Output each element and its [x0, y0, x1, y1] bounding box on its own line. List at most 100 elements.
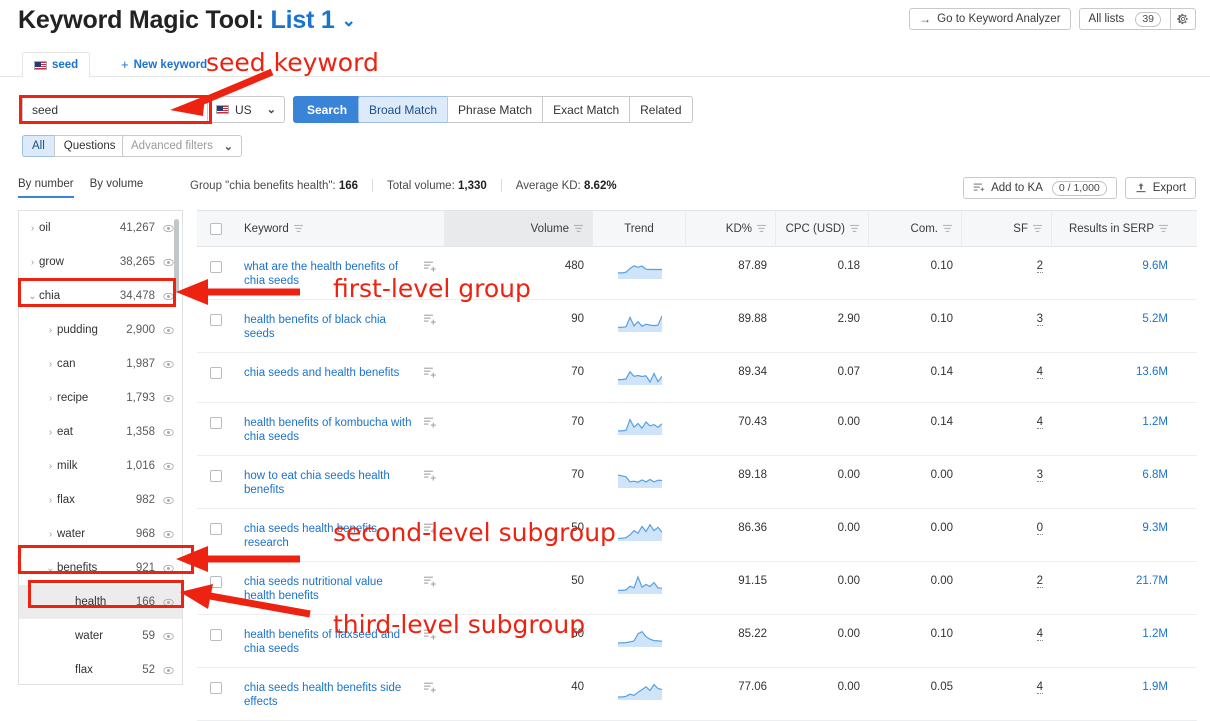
tab-seed[interactable]: seed — [22, 52, 90, 78]
column-header-cpc[interactable]: CPC (USD) — [776, 211, 869, 246]
chevron-right-icon[interactable]: › — [44, 427, 57, 438]
visibility-eye-icon[interactable] — [163, 597, 174, 608]
column-header-kd[interactable]: KD% — [686, 211, 776, 246]
add-keyword-to-list-icon[interactable] — [424, 628, 437, 641]
chevron-right-icon[interactable]: › — [44, 359, 57, 370]
filter-questions[interactable]: Questions — [54, 135, 126, 157]
sidebar-group-milk[interactable]: ›milk1,016 — [19, 449, 182, 483]
sf-value[interactable]: 0 — [1037, 522, 1043, 535]
row-checkbox[interactable] — [210, 682, 222, 694]
row-checkbox[interactable] — [210, 261, 222, 273]
keyword-link[interactable]: chia seeds nutritional value health bene… — [244, 575, 415, 603]
add-keyword-to-list-icon[interactable] — [424, 575, 437, 588]
visibility-eye-icon[interactable] — [163, 393, 174, 404]
row-checkbox[interactable] — [210, 314, 222, 326]
sidebar-group-chia[interactable]: ⌄chia34,478 — [19, 279, 182, 313]
go-to-keyword-analyzer-button[interactable]: → Go to Keyword Analyzer — [909, 8, 1070, 30]
chevron-right-icon[interactable]: › — [44, 495, 57, 506]
column-header-serp[interactable]: Results in SERP — [1052, 211, 1177, 246]
select-all-checkbox[interactable] — [210, 223, 222, 235]
sidebar-group-oil[interactable]: ›oil41,267 — [19, 211, 182, 245]
column-header-sf[interactable]: SF — [962, 211, 1052, 246]
sf-value[interactable]: 3 — [1037, 313, 1043, 326]
table-row[interactable]: chia seeds nutritional value health bene… — [197, 562, 1197, 615]
sidebar-group-recipe[interactable]: ›recipe1,793 — [19, 381, 182, 415]
add-keyword-to-list-icon[interactable] — [424, 522, 437, 535]
table-row[interactable]: how to eat chia seeds health benefits708… — [197, 456, 1197, 509]
sidebar-group-flax[interactable]: ›flax982 — [19, 483, 182, 517]
visibility-eye-icon[interactable] — [163, 325, 174, 336]
sidebar-group-eat[interactable]: ›eat1,358 — [19, 415, 182, 449]
settings-button[interactable] — [1170, 8, 1196, 30]
keyword-link[interactable]: chia seeds and health benefits — [244, 366, 399, 380]
match-type-phrase[interactable]: Phrase Match — [447, 96, 542, 123]
chevron-right-icon[interactable]: › — [44, 529, 57, 540]
visibility-eye-icon[interactable] — [163, 495, 174, 506]
chevron-down-icon[interactable]: ⌄ — [342, 11, 356, 31]
keyword-link[interactable]: health benefits of flaxseed and chia see… — [244, 628, 415, 656]
all-lists-button[interactable]: All lists 39 — [1079, 8, 1170, 30]
match-type-broad[interactable]: Broad Match — [358, 96, 447, 123]
visibility-eye-icon[interactable] — [163, 665, 174, 676]
visibility-eye-icon[interactable] — [163, 359, 174, 370]
chevron-down-icon[interactable]: ⌄ — [44, 563, 57, 574]
add-keyword-to-list-icon[interactable] — [424, 416, 437, 429]
row-checkbox[interactable] — [210, 576, 222, 588]
sf-value[interactable]: 3 — [1037, 469, 1043, 482]
sidebar-group-grow[interactable]: ›grow38,265 — [19, 245, 182, 279]
search-button[interactable]: Search — [293, 96, 361, 123]
visibility-eye-icon[interactable] — [163, 291, 174, 302]
add-keyword-to-list-icon[interactable] — [424, 681, 437, 694]
sidebar-group-benefits[interactable]: ⌄benefits921 — [19, 551, 182, 585]
sf-value[interactable]: 4 — [1037, 681, 1043, 694]
sort-tab-by-number[interactable]: By number — [18, 178, 74, 198]
search-input[interactable] — [22, 96, 207, 123]
row-checkbox[interactable] — [210, 629, 222, 641]
table-row[interactable]: health benefits of flaxseed and chia see… — [197, 615, 1197, 668]
keyword-link[interactable]: how to eat chia seeds health benefits — [244, 469, 415, 497]
cell-serp[interactable]: 1.2M — [1052, 416, 1177, 428]
visibility-eye-icon[interactable] — [163, 563, 174, 574]
cell-serp[interactable]: 6.8M — [1052, 469, 1177, 481]
sidebar-group-health[interactable]: health166 — [19, 585, 182, 619]
add-keyword-to-list-icon[interactable] — [424, 260, 437, 273]
keyword-link[interactable]: health benefits of black chia seeds — [244, 313, 415, 341]
visibility-eye-icon[interactable] — [163, 631, 174, 642]
row-checkbox[interactable] — [210, 417, 222, 429]
cell-serp[interactable]: 9.3M — [1052, 522, 1177, 534]
table-row[interactable]: chia seeds and health benefits7089.340.0… — [197, 353, 1197, 403]
visibility-eye-icon[interactable] — [163, 427, 174, 438]
cell-serp[interactable]: 13.6M — [1052, 366, 1177, 378]
list-name-link[interactable]: List 1 — [271, 6, 335, 34]
chevron-right-icon[interactable]: › — [44, 393, 57, 404]
chevron-right-icon[interactable]: › — [26, 257, 39, 268]
cell-serp[interactable]: 21.7M — [1052, 575, 1177, 587]
cell-serp[interactable]: 1.2M — [1052, 628, 1177, 640]
add-keyword-to-list-icon[interactable] — [424, 469, 437, 482]
column-header-volume[interactable]: Volume — [445, 211, 593, 246]
chevron-right-icon[interactable]: › — [44, 461, 57, 472]
keyword-link[interactable]: chia seeds health benefits research — [244, 522, 415, 550]
keyword-group-sidebar[interactable]: ›oil41,267›grow38,265⌄chia34,478›pudding… — [18, 210, 183, 685]
sf-value[interactable]: 4 — [1037, 416, 1043, 429]
cell-serp[interactable]: 5.2M — [1052, 313, 1177, 325]
column-header-com[interactable]: Com. — [869, 211, 962, 246]
cell-serp[interactable]: 9.6M — [1052, 260, 1177, 272]
sf-value[interactable]: 4 — [1037, 628, 1043, 641]
row-checkbox[interactable] — [210, 523, 222, 535]
sort-tab-by-volume[interactable]: By volume — [90, 178, 144, 198]
sf-value[interactable]: 2 — [1037, 575, 1043, 588]
table-row[interactable]: health benefits of black chia seeds9089.… — [197, 300, 1197, 353]
sidebar-group-water[interactable]: water59 — [19, 619, 182, 653]
chevron-right-icon[interactable]: › — [26, 223, 39, 234]
sf-value[interactable]: 4 — [1037, 366, 1043, 379]
row-checkbox[interactable] — [210, 470, 222, 482]
sidebar-scrollbar[interactable] — [174, 219, 179, 293]
chevron-right-icon[interactable]: › — [44, 325, 57, 336]
visibility-eye-icon[interactable] — [163, 257, 174, 268]
country-select[interactable]: US ⌄ — [207, 96, 285, 123]
column-header-keyword[interactable]: Keyword — [235, 211, 445, 246]
table-row[interactable]: chia seeds health benefits research5086.… — [197, 509, 1197, 562]
advanced-filters-dropdown[interactable]: Advanced filters ⌄ — [122, 135, 242, 157]
keyword-link[interactable]: health benefits of kombucha with chia se… — [244, 416, 415, 444]
